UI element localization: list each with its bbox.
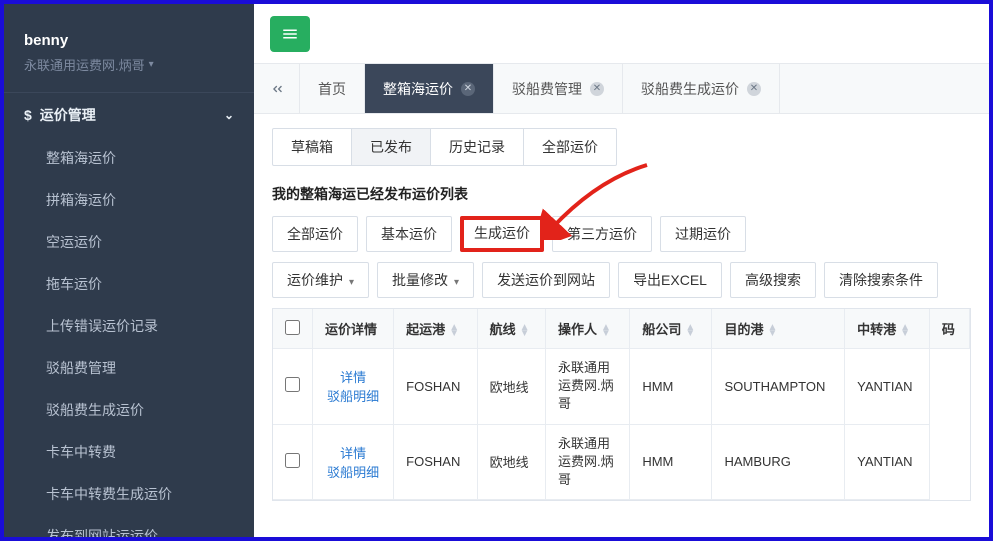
sort-icon[interactable]: ▲▼: [767, 325, 777, 337]
cell-dest: SOUTHAMPTON: [712, 349, 845, 425]
tab-label: 整箱海运价: [383, 79, 453, 99]
filter-button-3[interactable]: 第三方运价: [552, 216, 652, 252]
sidebar-item-6[interactable]: 驳船费生成运价: [4, 389, 254, 431]
row-checkbox[interactable]: [285, 377, 300, 392]
close-icon[interactable]: ✕: [461, 82, 475, 96]
caret-down-icon: ▾: [149, 59, 154, 70]
user-block: benny 永联通用运费网.炳哥 ▾: [4, 4, 254, 92]
action-button-2[interactable]: 发送运价到网站: [482, 262, 610, 298]
action-button-5[interactable]: 清除搜索条件: [824, 262, 938, 298]
tabs-collapse-button[interactable]: [254, 64, 300, 113]
column-header-0[interactable]: 运价详情: [313, 309, 394, 349]
filter-button-1[interactable]: 基本运价: [366, 216, 452, 252]
double-chevron-left-icon: [269, 81, 285, 97]
tab-1[interactable]: 整箱海运价 ✕: [365, 64, 494, 113]
sidebar-item-5[interactable]: 驳船费管理: [4, 347, 254, 389]
sidebar-item-2[interactable]: 空运运价: [4, 221, 254, 263]
close-icon[interactable]: ✕: [590, 82, 604, 96]
main: 首页整箱海运价✕驳船费管理✕驳船费生成运价✕ 草稿箱已发布历史记录全部运价 我的…: [254, 4, 989, 537]
sidebar-section-pricing[interactable]: $ 运价管理 ⌄: [4, 92, 254, 137]
tab-label: 首页: [318, 79, 346, 99]
user-org-label: 永联通用运费网.炳哥: [24, 55, 145, 74]
column-header-5[interactable]: 目的港▲▼: [712, 309, 845, 349]
dollar-icon: $: [24, 107, 32, 123]
action-button-1[interactable]: 批量修改: [377, 262, 474, 298]
tabs-bar: 首页 整箱海运价 ✕ 驳船费管理 ✕ 驳船费生成运价 ✕: [254, 64, 989, 114]
section-title: 我的整箱海运已经发布运价列表: [272, 184, 971, 204]
tab-label: 驳船费生成运价: [641, 79, 739, 99]
column-header-2[interactable]: 航线▲▼: [477, 309, 545, 349]
content: 草稿箱已发布历史记录全部运价 我的整箱海运已经发布运价列表 全部运价基本运价生成…: [254, 114, 989, 515]
column-header-4[interactable]: 船公司▲▼: [630, 309, 712, 349]
column-header-3[interactable]: 操作人▲▼: [546, 309, 630, 349]
sidebar-section-label: 运价管理: [40, 105, 96, 125]
cell-operator: 永联通用运费网.炳哥: [546, 424, 630, 500]
cell-port: FOSHAN: [394, 349, 477, 425]
hamburger-icon: [281, 25, 299, 43]
cell-port: FOSHAN: [394, 424, 477, 500]
sidebar-item-9[interactable]: 发布到网站运运价: [4, 515, 254, 541]
cell-ship: HMM: [630, 424, 712, 500]
row-checkbox[interactable]: [285, 453, 300, 468]
close-icon[interactable]: ✕: [747, 82, 761, 96]
tab-0[interactable]: 首页: [300, 64, 365, 113]
sidebar-item-8[interactable]: 卡车中转费生成运价: [4, 473, 254, 515]
sort-icon[interactable]: ▲▼: [520, 325, 530, 337]
cell-transit: YANTIAN: [845, 349, 930, 425]
sort-icon[interactable]: ▲▼: [601, 325, 611, 337]
data-table: 运价详情起运港▲▼航线▲▼操作人▲▼船公司▲▼目的港▲▼中转港▲▼码 详情驳船明…: [273, 309, 970, 500]
sort-icon[interactable]: ▲▼: [685, 325, 695, 337]
subtab-0[interactable]: 草稿箱: [273, 129, 352, 165]
cell-operator: 永联通用运费网.炳哥: [546, 349, 630, 425]
column-header-6[interactable]: 中转港▲▼: [845, 309, 930, 349]
user-name: benny: [24, 32, 234, 49]
action-button-4[interactable]: 高级搜索: [730, 262, 816, 298]
filter-button-2[interactable]: 生成运价: [460, 216, 544, 252]
select-all-checkbox[interactable]: [285, 320, 300, 335]
sidebar-item-0[interactable]: 整箱海运价: [4, 137, 254, 179]
sort-icon[interactable]: ▲▼: [900, 325, 910, 337]
chevron-down-icon: ⌄: [224, 108, 234, 122]
tab-2[interactable]: 驳船费管理 ✕: [494, 64, 623, 113]
user-org-dropdown[interactable]: 永联通用运费网.炳哥 ▾: [24, 55, 234, 74]
sidebar-item-1[interactable]: 拼箱海运价: [4, 179, 254, 221]
column-header-1[interactable]: 起运港▲▼: [394, 309, 477, 349]
cell-line: 欧地线: [477, 349, 545, 425]
barge-detail-link[interactable]: 驳船明细: [325, 386, 381, 405]
hamburger-button[interactable]: [270, 16, 310, 52]
table-row: 详情驳船明细 FOSHAN欧地线永联通用运费网.炳哥HMMSOUTHAMPTONY…: [273, 349, 970, 425]
cell-ship: HMM: [630, 349, 712, 425]
detail-link[interactable]: 详情: [325, 367, 381, 386]
action-button-row: 运价维护批量修改发送运价到网站导出EXCEL高级搜索清除搜索条件: [272, 262, 971, 298]
column-header-7[interactable]: 码: [929, 309, 969, 349]
filter-button-0[interactable]: 全部运价: [272, 216, 358, 252]
sidebar-item-3[interactable]: 拖车运价: [4, 263, 254, 305]
subtab-1[interactable]: 已发布: [352, 129, 431, 165]
cell-line: 欧地线: [477, 424, 545, 500]
cell-dest: HAMBURG: [712, 424, 845, 500]
action-button-0[interactable]: 运价维护: [272, 262, 369, 298]
table-row: 详情驳船明细 FOSHAN欧地线永联通用运费网.炳哥HMMHAMBURGYANTI…: [273, 424, 970, 500]
tab-label: 驳船费管理: [512, 79, 582, 99]
filter-button-row: 全部运价基本运价生成运价第三方运价过期运价: [272, 216, 971, 252]
subtab-2[interactable]: 历史记录: [431, 129, 524, 165]
filter-button-4[interactable]: 过期运价: [660, 216, 746, 252]
tab-3[interactable]: 驳船费生成运价 ✕: [623, 64, 780, 113]
subtab-3[interactable]: 全部运价: [524, 129, 616, 165]
action-button-3[interactable]: 导出EXCEL: [618, 262, 722, 298]
sidebar-item-4[interactable]: 上传错误运价记录: [4, 305, 254, 347]
data-table-wrap: 运价详情起运港▲▼航线▲▼操作人▲▼船公司▲▼目的港▲▼中转港▲▼码 详情驳船明…: [272, 308, 971, 501]
topbar: [254, 4, 989, 64]
sidebar-item-7[interactable]: 卡车中转费: [4, 431, 254, 473]
sidebar: benny 永联通用运费网.炳哥 ▾ $ 运价管理 ⌄ 整箱海运价拼箱海运价空运…: [4, 4, 254, 537]
cell-transit: YANTIAN: [845, 424, 930, 500]
subtabs: 草稿箱已发布历史记录全部运价: [272, 128, 617, 166]
sort-icon[interactable]: ▲▼: [449, 325, 459, 337]
detail-link[interactable]: 详情: [325, 443, 381, 462]
barge-detail-link[interactable]: 驳船明细: [325, 462, 381, 481]
